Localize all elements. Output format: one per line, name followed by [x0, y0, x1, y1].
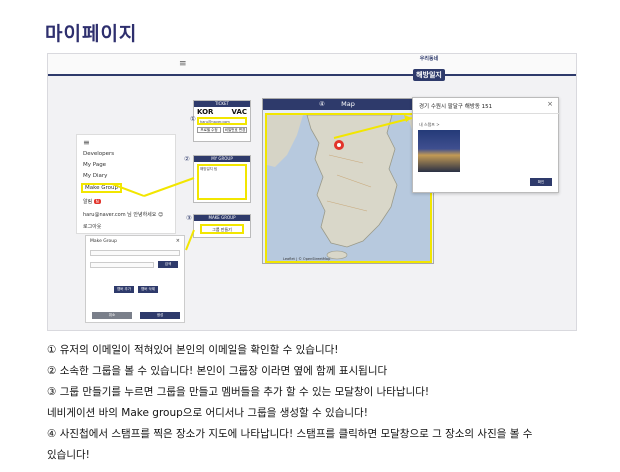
edit-profile-button[interactable]: 프로필 수정 — [197, 127, 221, 133]
cancel-button[interactable]: 취소 — [92, 312, 132, 319]
marker-3: ③ — [186, 214, 192, 222]
make-group-header: MAKE GROUP — [194, 215, 250, 221]
add-member-button[interactable]: 멤버 추가 — [114, 286, 134, 293]
alarm-badge: N — [93, 199, 101, 204]
nav-item-make-group[interactable]: Make Group — [81, 183, 122, 193]
ticket-code-from: KOR — [197, 108, 214, 116]
place-photo-image[interactable] — [418, 130, 460, 172]
photos-label[interactable]: 내 스탬프 > — [419, 122, 440, 128]
nav-logout-link[interactable]: 로그아웃 — [83, 223, 101, 230]
brand-sub: 우리동네 — [419, 56, 439, 62]
make-group-panel: MAKE GROUP 그룹 만들기 — [193, 214, 251, 238]
marker-1: ① — [190, 115, 196, 123]
create-button[interactable]: 생성 — [140, 312, 180, 319]
description-line-4: 네비게이션 바의 Make group으로 어디서나 그룹을 생성할 수 있습니… — [47, 407, 368, 419]
ticket-code-to: VAC — [231, 108, 248, 116]
my-group-header: MY GROUP — [194, 156, 250, 162]
alarm-label: 알림 — [83, 199, 93, 205]
korea-map-graphic — [267, 115, 430, 261]
app-header: ≡ 우리동네 해방일지 — [48, 54, 576, 81]
place-modal-confirm-button[interactable]: 확인 — [530, 178, 552, 186]
place-modal-close-icon[interactable]: × — [547, 100, 553, 108]
nav-item-my-diary[interactable]: My Diary — [83, 173, 107, 179]
nav-user-email: haru@naver.com 님 안녕하세요 😊 — [83, 212, 164, 218]
profile-ticket: TICKET KOR VAC haru@naver.com 프로필 수정 비밀번… — [193, 100, 251, 142]
ticket-email: haru@naver.com — [197, 117, 247, 125]
nav-hamburger-icon[interactable]: ≡ — [83, 138, 90, 147]
my-group-panel: MY GROUP 해방일지 팀 — [193, 155, 251, 203]
place-photo-modal: 경기 수원시 팔달구 해방동 151 × 내 스탬프 > 확인 — [412, 97, 560, 193]
map-view[interactable] — [265, 113, 432, 263]
nav-item-my-page[interactable]: My Page — [83, 162, 106, 168]
description-line-3: ③ 그룹 만들기를 누르면 그룹을 만들고 멤버들을 추가 할 수 있는 모달창… — [47, 386, 430, 398]
nav-drawer: ≡ Developers My Page My Diary Make Group… — [76, 134, 176, 234]
delete-member-button[interactable]: 멤버 삭제 — [138, 286, 158, 293]
marker-2: ② — [184, 155, 190, 163]
nav-alarm[interactable]: 알림 N — [83, 198, 101, 205]
map-header: Map — [263, 99, 433, 110]
group-name-input[interactable] — [90, 250, 180, 256]
make-group-modal: Make Group × 검색 멤버 추가 멤버 삭제 취소 생성 — [85, 235, 185, 323]
description-line-5: ④ 사진첩에서 스탬프를 찍은 장소가 지도에 나타납니다! 스탬프를 클릭하면… — [47, 428, 533, 440]
modal-title: Make Group — [90, 239, 117, 244]
hamburger-menu-icon[interactable]: ≡ — [179, 59, 187, 69]
map-attribution: Leaflet | © OpenStreetMap — [283, 257, 331, 261]
map-panel: Map Leaflet | © OpenStreetMap — [262, 98, 434, 264]
place-address: 경기 수원시 팔달구 해방동 151 — [419, 104, 493, 110]
nav-item-developers[interactable]: Developers — [83, 151, 114, 157]
brand-main: 해방일지 — [413, 69, 445, 81]
change-password-button[interactable]: 비밀번호 변경 — [223, 127, 247, 133]
my-group-list: 해방일지 팀 — [197, 164, 247, 200]
modal-close-icon[interactable]: × — [176, 238, 180, 244]
description-line-1: ① 유저의 이메일이 적혀있어 본인의 이메일을 확인할 수 있습니다! — [47, 344, 339, 356]
marker-4: ④ — [319, 100, 325, 108]
make-group-button[interactable]: 그룹 만들기 — [200, 224, 244, 234]
member-search-input[interactable] — [90, 262, 154, 268]
member-search-button[interactable]: 검색 — [158, 261, 178, 268]
description-line-2: ② 소속한 그룹을 볼 수 있습니다! 본인이 그룹장 이라면 옆에 함께 표시… — [47, 365, 388, 377]
page-title: 마이페이지 — [45, 23, 138, 45]
brand-logo[interactable]: 우리동네 해방일지 — [408, 55, 450, 81]
screenshot-figure: ≡ 우리동네 해방일지 ≡ Developers My Page My Diar… — [47, 53, 577, 331]
description-line-6: 있습니다! — [47, 449, 90, 461]
